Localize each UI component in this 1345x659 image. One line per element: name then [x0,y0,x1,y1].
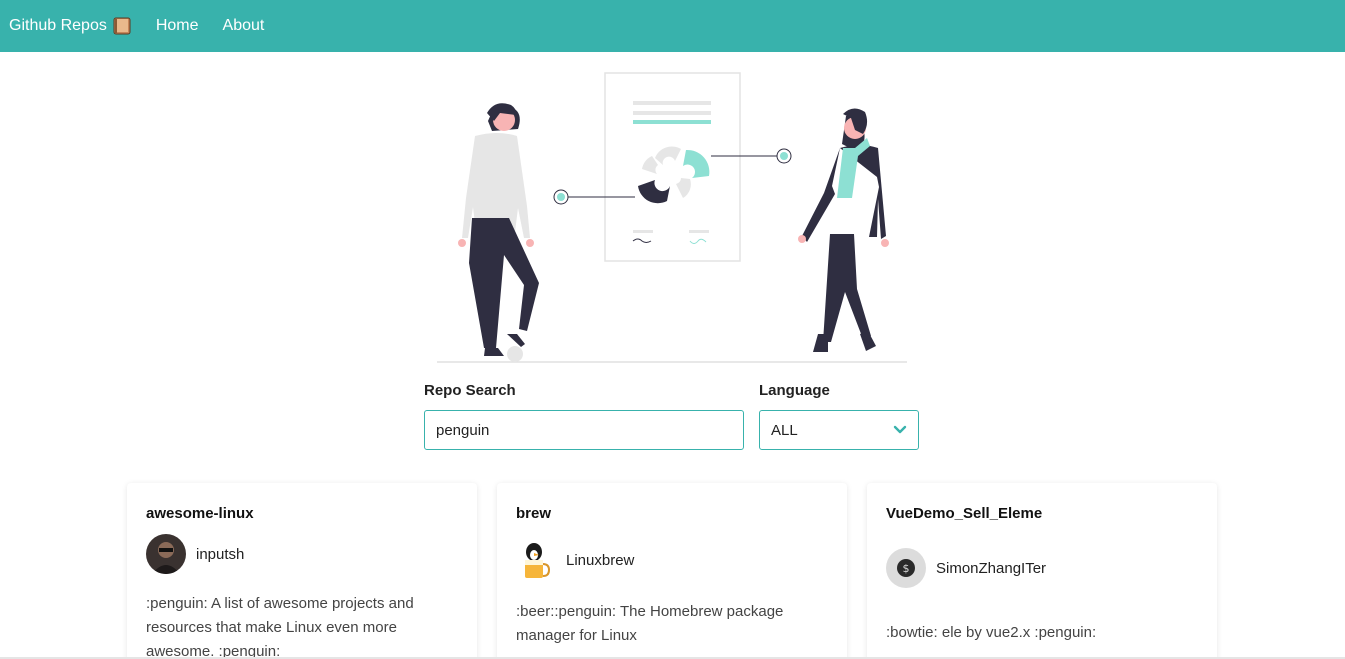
repo-card[interactable]: VueDemo_Sell_Eleme $ SimonZhangITer :bow… [867,483,1217,659]
hero-illustration [437,72,907,363]
repo-card[interactable]: awesome-linux inputsh :penguin: A list o… [127,483,477,659]
repo-search-input[interactable] [424,410,744,450]
avatar [516,540,556,580]
top-navbar: Github Repos Home About [0,0,1345,52]
repo-title[interactable]: awesome-linux [146,505,458,522]
chevron-down-icon [893,425,907,434]
repo-card[interactable]: brew Linuxbrew :beer::penguin: The Homeb… [497,483,847,659]
language-label: Language [759,382,830,399]
repo-description: :bowtie: ele by vue2.x :penguin: [886,624,1097,641]
repo-title[interactable]: VueDemo_Sell_Eleme [886,505,1198,522]
brand-link[interactable]: Github Repos [9,17,131,35]
owner-name: Linuxbrew [566,551,635,569]
owner-name: SimonZhangITer [936,559,1047,577]
repo-owner[interactable]: inputsh [146,534,458,574]
repo-title[interactable]: brew [516,505,828,522]
book-icon [113,17,131,35]
repo-description: :beer::penguin: The Homebrew package man… [516,603,784,644]
nav-about-link[interactable]: About [223,17,265,35]
brand-title: Github Repos [9,17,107,34]
svg-text:$: $ [903,562,910,575]
owner-name: inputsh [196,545,245,563]
avatar: $ [886,548,926,588]
nav-home-link[interactable]: Home [156,17,199,35]
repo-owner[interactable]: Linuxbrew [516,540,828,580]
repo-search-label: Repo Search [424,382,516,399]
language-selected-value: ALL [771,421,798,439]
avatar [146,534,186,574]
repo-owner[interactable]: $ SimonZhangITer [886,548,1198,588]
repo-description: :penguin: A list of awesome projects and… [146,595,414,659]
language-select[interactable]: ALL [759,410,919,450]
